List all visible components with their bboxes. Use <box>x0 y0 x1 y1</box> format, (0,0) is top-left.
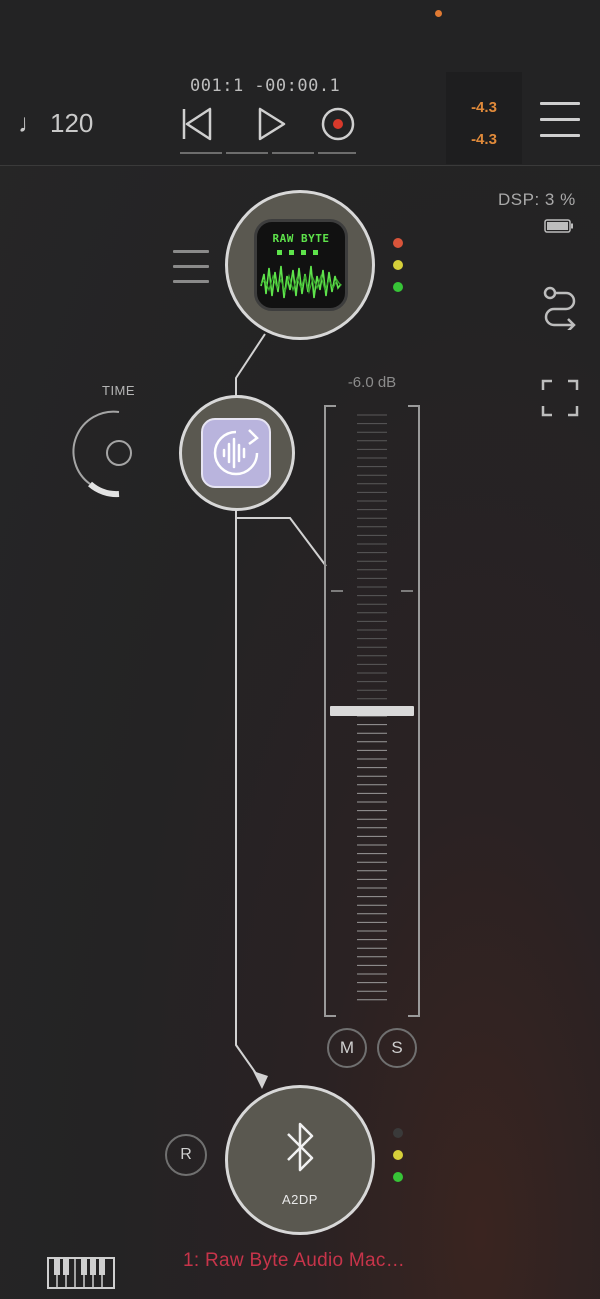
effect-app-icon[interactable] <box>201 418 271 488</box>
record-arm-button[interactable]: R <box>165 1134 207 1176</box>
bluetooth-icon <box>287 1122 314 1172</box>
raw-byte-app-icon[interactable]: RAW BYTE <box>254 219 348 311</box>
output-node[interactable]: A2DP <box>225 1085 375 1235</box>
output-led-yellow <box>393 1150 403 1160</box>
time-knob[interactable] <box>70 402 170 502</box>
output-name: A2DP <box>282 1192 318 1207</box>
instrument-led-green <box>393 282 403 292</box>
input-device-name[interactable]: 1: Raw Byte Audio Mac… <box>183 1250 405 1272</box>
output-led-off <box>393 1128 403 1138</box>
keyboard-icon[interactable] <box>46 1256 116 1290</box>
fader-db-value: -6.0 dB <box>347 374 397 391</box>
waveform-icon <box>260 250 342 299</box>
output-led-green <box>393 1172 403 1182</box>
instrument-led-yellow <box>393 260 403 270</box>
instrument-name: RAW BYTE <box>272 232 330 245</box>
mute-button[interactable]: M <box>327 1028 367 1068</box>
fullscreen-icon[interactable] <box>540 378 580 418</box>
time-knob-label: TIME <box>102 383 136 398</box>
fader-handle[interactable] <box>330 706 414 716</box>
audio-loop-icon <box>213 429 259 476</box>
solo-button[interactable]: S <box>377 1028 417 1068</box>
track-list-button[interactable] <box>173 250 209 290</box>
routing-icon[interactable] <box>540 284 580 330</box>
instrument-led-red <box>393 238 403 248</box>
